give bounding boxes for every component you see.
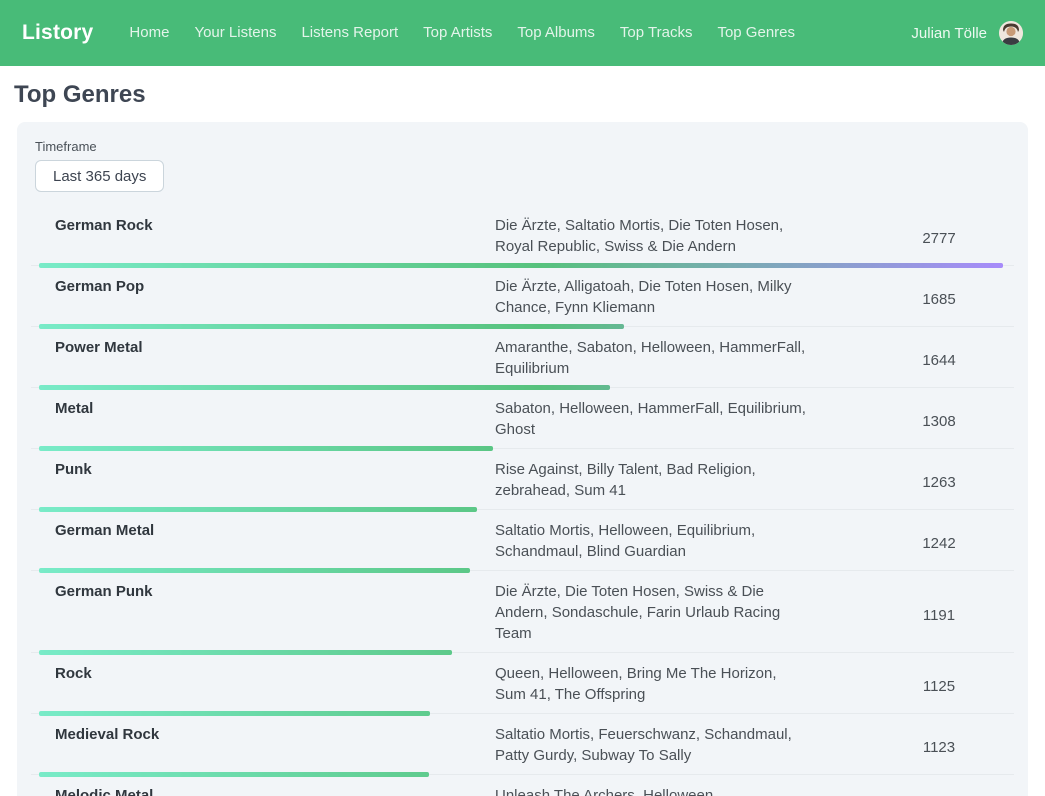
app-logo[interactable]: Listory [22,21,93,45]
genre-top-artists: Saltatio Mortis, Feuerschwanz, Schandmau… [495,721,807,774]
genre-table: German RockDie Ärzte, Saltatio Mortis, D… [31,205,1014,796]
genre-top-artists: Saltatio Mortis, Helloween, Equilibrium,… [495,517,807,570]
nav-item-top-tracks: Top Tracks [620,24,693,42]
genre-top-artists: Die Ärzte, Die Toten Hosen, Swiss & Die … [495,578,807,652]
genre-play-count: 1685 [864,291,1014,308]
genre-play-count: 1644 [864,352,1014,369]
timeframe-filter: Timeframe Last 365 days [31,136,1014,192]
nav-item-top-genres: Top Genres [717,24,795,42]
genre-row: PunkRise Against, Billy Talent, Bad Reli… [31,449,1014,510]
user-photo-avatar[interactable] [999,21,1023,45]
genre-top-artists: Amaranthe, Sabaton, Helloween, HammerFal… [495,334,807,387]
genre-name: German Rock [31,212,495,244]
genre-top-artists: Rise Against, Billy Talent, Bad Religion… [495,456,807,509]
genre-name: German Pop [31,273,495,305]
genre-name: Punk [31,456,495,488]
nav-links: Home Your Listens Listens Report Top Artist… [129,24,795,42]
genre-top-artists: Unleash The Archers, Helloween, HammerFa… [495,782,807,796]
user-name: Julian Tölle [911,25,987,42]
genre-row: Power MetalAmaranthe, Sabaton, Helloween… [31,327,1014,388]
page-title: Top Genres [14,81,1028,109]
genre-row: German RockDie Ärzte, Saltatio Mortis, D… [31,205,1014,266]
genre-name: Melodic Metal [31,782,495,796]
genre-play-count: 1242 [864,535,1014,552]
genre-row: Medieval RockSaltatio Mortis, Feuerschwa… [31,714,1014,775]
genre-top-artists: Sabaton, Helloween, HammerFall, Equilibr… [495,395,807,448]
nav-link-top-tracks[interactable]: Top Tracks [620,24,693,41]
genre-play-count: 1308 [864,413,1014,430]
nav-link-top-artists[interactable]: Top Artists [423,24,492,41]
genre-row: German MetalSaltatio Mortis, Helloween, … [31,510,1014,571]
genre-top-artists: Die Ärzte, Saltatio Mortis, Die Toten Ho… [495,212,807,265]
genre-play-count: 1191 [864,607,1014,624]
user-menu[interactable]: Julian Tölle [911,21,1023,45]
genre-top-artists: Die Ärzte, Alligatoah, Die Toten Hosen, … [495,273,807,326]
genre-row: MetalSabaton, Helloween, HammerFall, Equ… [31,388,1014,449]
top-navbar: Listory Home Your Listens Listens Report To… [0,0,1045,66]
nav-item-listens-report: Listens Report [301,24,398,42]
nav-link-top-genres[interactable]: Top Genres [717,24,795,41]
nav-item-home: Home [129,24,169,42]
genre-play-count: 1263 [864,474,1014,491]
genre-play-count: 1125 [864,678,1014,695]
genre-play-count: 1123 [864,739,1014,756]
genre-name: Power Metal [31,334,495,366]
nav-item-your-listens: Your Listens [194,24,276,42]
nav-link-your-listens[interactable]: Your Listens [194,24,276,41]
nav-item-top-artists: Top Artists [423,24,492,42]
genre-row: German PopDie Ärzte, Alligatoah, Die Tot… [31,266,1014,327]
genre-top-artists: Queen, Helloween, Bring Me The Horizon, … [495,660,807,713]
genre-name: Metal [31,395,495,427]
genre-row: Melodic MetalUnleash The Archers, Hellow… [31,775,1014,796]
timeframe-label: Timeframe [35,139,1010,154]
nav-link-top-albums[interactable]: Top Albums [517,24,595,41]
main-content: Top Genres Timeframe Last 365 days Germa… [0,81,1045,796]
genre-play-count: 2777 [864,230,1014,247]
genre-row: RockQueen, Helloween, Bring Me The Horiz… [31,653,1014,714]
nav-link-home[interactable]: Home [129,24,169,41]
timeframe-select[interactable]: Last 365 days [35,160,164,192]
genre-name: German Metal [31,517,495,549]
genre-name: Medieval Rock [31,721,495,753]
genre-row: German PunkDie Ärzte, Die Toten Hosen, S… [31,571,1014,653]
nav-link-listens-report[interactable]: Listens Report [301,24,398,41]
top-genres-card: Timeframe Last 365 days German RockDie Ä… [17,122,1028,796]
genre-name: German Punk [31,578,495,610]
nav-item-top-albums: Top Albums [517,24,595,42]
genre-name: Rock [31,660,495,692]
